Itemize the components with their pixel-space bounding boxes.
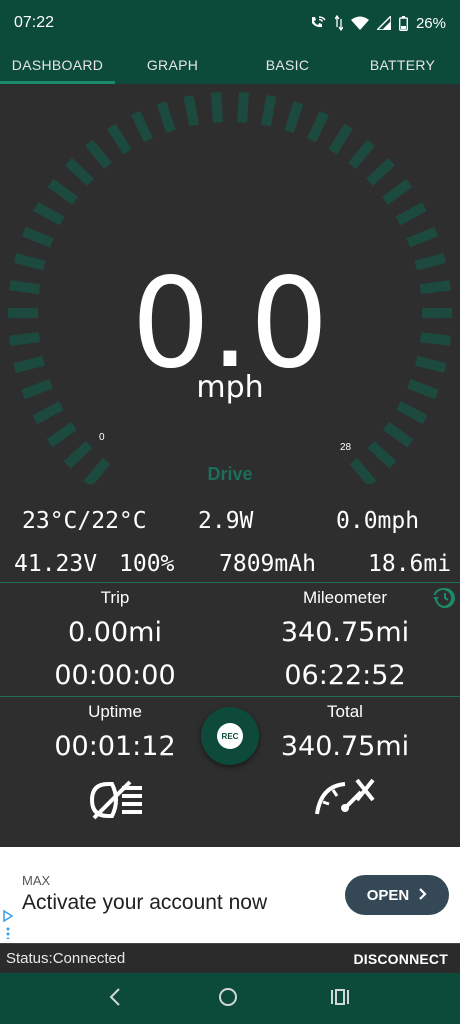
chevron-right-icon <box>419 887 427 904</box>
range-value: 18.6mi <box>368 551 452 577</box>
gauge-segment <box>382 178 413 205</box>
ride-mode: Drive <box>207 464 253 484</box>
temperature-value: 23°C/22°C <box>22 508 147 534</box>
total-value: 340.75mi <box>280 731 410 762</box>
wifi-icon <box>350 15 369 31</box>
gauge-segment <box>260 94 277 127</box>
battery-icon <box>398 15 408 31</box>
status-bar: 07:22 26% <box>0 0 460 46</box>
speed-unit: mph <box>196 370 264 405</box>
gauge-segment <box>237 92 249 123</box>
status-icons: 26% <box>309 15 446 32</box>
battery-percent: 26% <box>415 14 446 32</box>
gauge-segment <box>307 110 329 143</box>
gauge-segment <box>211 92 223 123</box>
power-value: 2.9W <box>198 508 254 534</box>
home-icon[interactable] <box>218 987 238 1012</box>
data-arrows-icon <box>334 15 343 31</box>
speedometer-off-icon[interactable] <box>313 776 377 825</box>
gauge-segment <box>366 158 395 186</box>
uptime-label: Uptime <box>88 702 142 721</box>
back-icon[interactable] <box>108 987 122 1012</box>
gauge-segment <box>46 421 77 448</box>
ad-open-label: OPEN <box>366 886 410 904</box>
gauge-segment <box>156 101 176 133</box>
record-label: REC <box>217 723 243 749</box>
gauge-segment <box>284 101 304 133</box>
gauge-segment <box>107 123 132 155</box>
tab-bar: DASHBOARD GRAPH BASIC BATTERY <box>0 46 460 84</box>
wifi-calling-icon <box>309 15 327 31</box>
gauge-segment <box>396 401 428 425</box>
tab-graph[interactable]: GRAPH <box>115 46 230 84</box>
gauge-segment <box>395 202 427 226</box>
ad-sponsor: MAX <box>22 873 51 888</box>
history-icon[interactable] <box>432 586 456 615</box>
gauge-segment <box>63 440 93 469</box>
headlight-off-icon[interactable] <box>86 778 146 827</box>
tab-battery[interactable]: BATTERY <box>345 46 460 84</box>
gauge-segment <box>32 401 64 425</box>
disconnect-button[interactable]: DISCONNECT <box>353 951 448 967</box>
gauge-segment <box>22 226 54 248</box>
total-label: Total <box>327 702 363 721</box>
ad-headline[interactable]: Activate your account now <box>22 891 267 915</box>
gauge-segment <box>328 123 353 155</box>
system-nav-bar <box>0 973 460 1024</box>
dashboard-panel: 0.0 mph 0 28 Drive 23°C/22°C 2.9W 0.0mph… <box>0 84 460 847</box>
speed-value: 0.0 <box>131 252 329 396</box>
battery-percent-value: 100% <box>119 551 175 577</box>
connection-bar: Status:Connected DISCONNECT <box>0 943 460 973</box>
gauge-segment <box>183 94 200 127</box>
gauge-segment <box>47 178 78 205</box>
mileometer-distance: 340.75mi <box>280 617 410 648</box>
gauge-segment <box>348 139 376 170</box>
mileometer-label: Mileometer <box>302 588 388 607</box>
ad-banner[interactable]: MAX Activate your account now OPEN <box>0 847 460 943</box>
capacity-value: 7809mAh <box>219 551 316 577</box>
gauge-segment <box>33 202 65 226</box>
status-time: 07:22 <box>14 14 55 31</box>
record-button[interactable]: REC <box>201 707 259 765</box>
gauge-segment <box>367 440 397 469</box>
uptime-value: 00:01:12 <box>54 731 176 762</box>
tab-dashboard[interactable]: DASHBOARD <box>0 46 115 84</box>
divider <box>0 696 460 697</box>
trip-distance: 0.00mi <box>68 617 162 648</box>
gauge-segment <box>406 226 438 248</box>
adchoices-icon[interactable] <box>2 909 14 944</box>
voltage-value: 41.23V <box>14 551 98 577</box>
avg-speed-value: 0.0mph <box>336 508 420 534</box>
cell-signal-icon <box>376 16 391 30</box>
trip-time: 00:00:00 <box>54 660 176 691</box>
trip-label: Trip <box>100 588 130 607</box>
tab-basic[interactable]: BASIC <box>230 46 345 84</box>
divider <box>0 582 460 583</box>
gauge-segment <box>383 421 414 448</box>
mileometer-time: 06:22:52 <box>284 660 406 691</box>
gauge-min-label: 0 <box>99 432 105 443</box>
ad-open-button[interactable]: OPEN <box>345 875 449 915</box>
gauge-segment <box>131 110 153 143</box>
recents-icon[interactable] <box>330 987 350 1012</box>
gauge-max-label: 28 <box>340 442 352 453</box>
gauge-segment <box>65 158 94 186</box>
connection-status: Status:Connected <box>6 950 126 967</box>
gauge-segment <box>84 139 112 170</box>
